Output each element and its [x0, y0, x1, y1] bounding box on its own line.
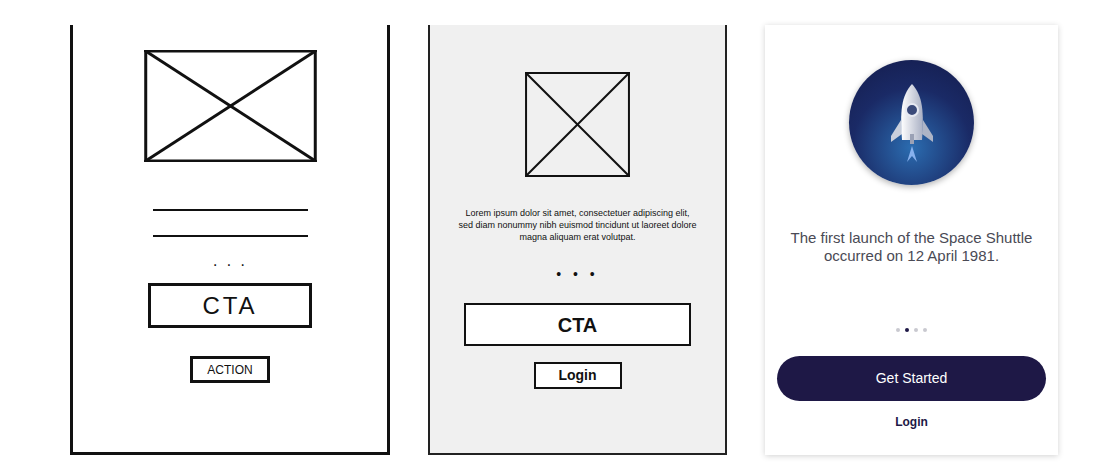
pager-dot[interactable] — [896, 328, 900, 332]
image-placeholder-icon — [144, 50, 317, 162]
login-link[interactable]: Login — [895, 414, 928, 430]
sketch-action-button[interactable]: ACTION — [190, 356, 270, 383]
final-panel: The first launch of the Space Shuttle oc… — [765, 25, 1058, 455]
pager-dot[interactable] — [923, 328, 927, 332]
rocket-badge — [849, 60, 974, 185]
rocket-icon — [877, 78, 947, 168]
image-placeholder-icon — [525, 72, 630, 177]
pager — [896, 328, 927, 332]
wireframe-cta-button[interactable]: CTA — [464, 303, 691, 346]
get-started-button[interactable]: Get Started — [777, 356, 1046, 401]
sketch-panel: · · · CTA ACTION — [70, 25, 390, 455]
wireframe-panel: Lorem ipsum dolor sit amet, consectetuer… — [428, 25, 727, 455]
wireframe-login-button[interactable]: Login — [534, 362, 622, 389]
wireframe-body-text: Lorem ipsum dolor sit amet, consectetuer… — [458, 207, 698, 243]
sketch-dots: · · · — [213, 255, 248, 275]
wireframe-dots: • • • — [556, 265, 598, 283]
pager-dot[interactable] — [914, 328, 918, 332]
caption-text: The first launch of the Space Shuttle oc… — [774, 229, 1049, 265]
pager-dot[interactable] — [905, 328, 909, 332]
sketch-line — [153, 209, 308, 211]
sketch-cta-button[interactable]: CTA — [148, 283, 312, 328]
sketch-line — [153, 235, 308, 237]
